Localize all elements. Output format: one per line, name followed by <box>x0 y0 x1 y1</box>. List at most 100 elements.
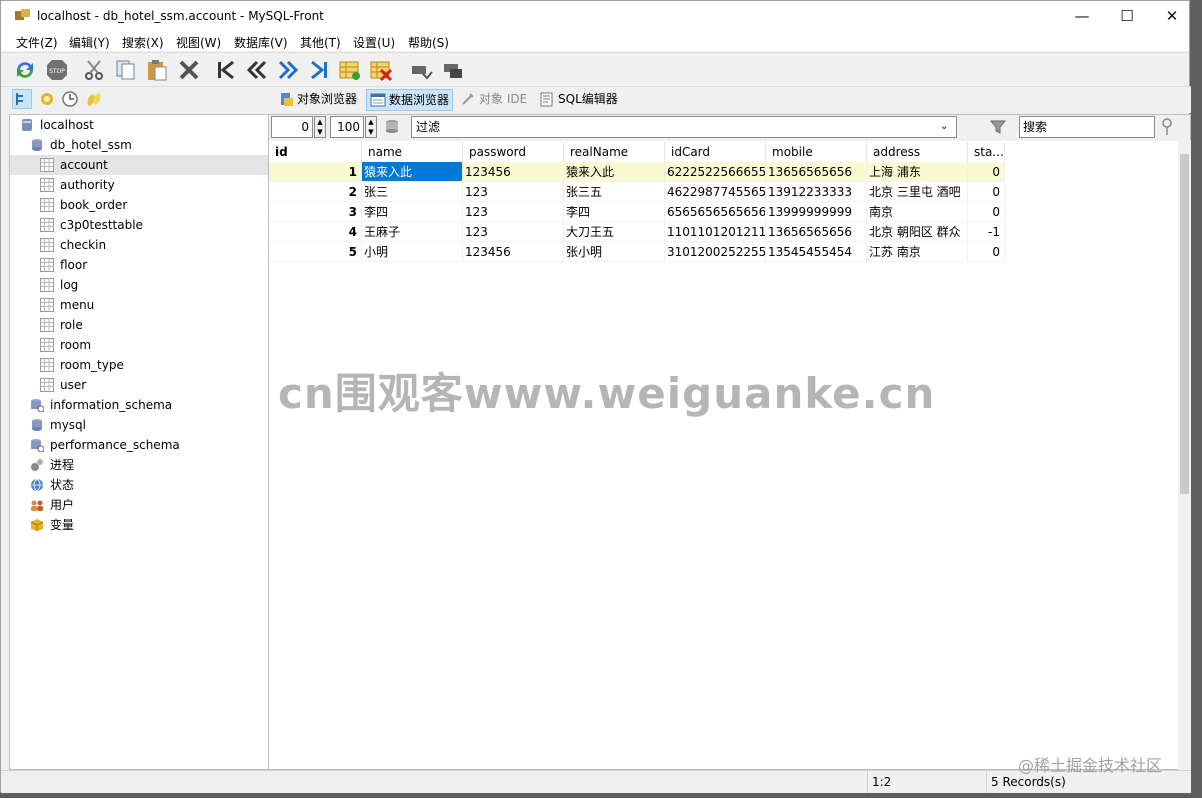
cell-name[interactable]: 小明 <box>362 242 463 262</box>
paste-icon[interactable] <box>145 58 169 82</box>
cell-idcard[interactable]: 6565656565656 <box>665 202 766 222</box>
first-icon[interactable] <box>214 58 238 82</box>
tree-tool-processes[interactable]: 进程 <box>30 455 260 475</box>
scrollbar-thumb[interactable] <box>1180 154 1189 494</box>
column-header-password[interactable]: password <box>463 142 564 162</box>
minimize-button[interactable]: — <box>1059 1 1105 31</box>
tree-server-localhost[interactable]: localhost <box>20 115 260 135</box>
search-input[interactable]: 搜索 <box>1019 116 1155 138</box>
cell-status[interactable]: 0 <box>968 242 1005 262</box>
insert-record-icon[interactable] <box>338 58 362 82</box>
cell-idcard[interactable]: 46229877455656 <box>665 182 766 202</box>
cell-password[interactable]: 123456 <box>463 162 564 182</box>
cell-realname[interactable]: 猿来入此 <box>564 162 665 182</box>
cell-name[interactable]: 张三 <box>362 182 463 202</box>
cell-password[interactable]: 123 <box>463 182 564 202</box>
tab-sql-editor[interactable]: SQL编辑器 <box>536 89 621 109</box>
tree-table-user[interactable]: user <box>10 375 268 395</box>
cell-mobile[interactable]: 13545455454 <box>766 242 867 262</box>
cancel-icon[interactable] <box>441 58 465 82</box>
cell-status[interactable]: 0 <box>968 162 1005 182</box>
tree-tool-variables[interactable]: 变量 <box>30 515 260 535</box>
last-icon[interactable] <box>307 58 331 82</box>
tree-table-book-order[interactable]: book_order <box>10 195 268 215</box>
cell-id[interactable]: 2 <box>269 182 362 202</box>
cell-address[interactable]: 上海 浦东 <box>867 162 968 182</box>
menu-settings[interactable]: 设置(U) <box>353 34 395 51</box>
tab-object-browser[interactable]: 对象浏览器 <box>275 89 360 109</box>
tree-table-floor[interactable]: floor <box>10 255 268 275</box>
history-icon[interactable] <box>61 90 79 108</box>
cell-realname[interactable]: 张三五 <box>564 182 665 202</box>
tree-table-log[interactable]: log <box>10 275 268 295</box>
menu-search[interactable]: 搜索(X) <box>122 34 164 51</box>
column-header-status[interactable]: sta... <box>968 142 1005 162</box>
menu-help[interactable]: 帮助(S) <box>408 34 449 51</box>
stop-icon[interactable]: STOP <box>45 58 69 82</box>
close-button[interactable]: ✕ <box>1149 1 1195 31</box>
cell-password[interactable]: 123456 <box>463 242 564 262</box>
tree-db-performance-schema[interactable]: performance_schema <box>30 435 260 455</box>
explorer-icon[interactable] <box>85 90 103 108</box>
offset-input[interactable]: 0 <box>271 116 313 138</box>
cell-id[interactable]: 3 <box>269 202 362 222</box>
post-icon[interactable] <box>409 58 433 82</box>
cell-status[interactable]: -1 <box>968 222 1005 242</box>
tree-db-mysql[interactable]: mysql <box>30 415 260 435</box>
maximize-button[interactable]: ☐ <box>1104 1 1150 31</box>
cell-idcard[interactable]: 62225225666552 <box>665 162 766 182</box>
column-header-id[interactable]: id <box>269 142 362 162</box>
cell-mobile[interactable]: 13656565656 <box>766 162 867 182</box>
cell-address[interactable]: 北京 朝阳区 群众 <box>867 222 968 242</box>
filter-input[interactable]: 过滤 ⌄ <box>411 116 957 138</box>
limit-input[interactable]: 100 <box>330 116 364 138</box>
cell-password[interactable]: 123 <box>463 202 564 222</box>
column-header-name[interactable]: name <box>362 142 463 162</box>
tree-view-icon[interactable] <box>12 89 32 109</box>
menu-database[interactable]: 数据库(V) <box>234 34 288 51</box>
column-header-mobile[interactable]: mobile <box>766 142 867 162</box>
cell-id[interactable]: 1 <box>269 162 362 182</box>
tree-tool-users[interactable]: 用户 <box>30 495 260 515</box>
tree-table-account[interactable]: account <box>10 155 268 175</box>
search-pin-icon[interactable] <box>1159 118 1175 136</box>
cell-name[interactable]: 李四 <box>362 202 463 222</box>
cell-realname[interactable]: 张小明 <box>564 242 665 262</box>
cell-address[interactable]: 北京 三里屯 酒吧 <box>867 182 968 202</box>
cell-idcard[interactable]: 11011012012111 <box>665 222 766 242</box>
chevron-down-icon[interactable]: ⌄ <box>940 117 954 137</box>
tree-table-authority[interactable]: authority <box>10 175 268 195</box>
vertical-scrollbar[interactable] <box>1178 140 1191 770</box>
cut-icon[interactable] <box>83 58 107 82</box>
filter-funnel-icon[interactable] <box>989 118 1007 136</box>
column-header-idcard[interactable]: idCard <box>665 142 766 162</box>
cell-idcard[interactable]: 31012002522555 <box>665 242 766 262</box>
tab-data-browser[interactable]: 数据浏览器 <box>366 89 454 111</box>
copy-icon[interactable] <box>114 58 138 82</box>
cell-status[interactable]: 0 <box>968 202 1005 222</box>
next-icon[interactable] <box>276 58 300 82</box>
cell-name[interactable]: 猿来入此 <box>362 162 463 182</box>
cell-id[interactable]: 5 <box>269 242 362 262</box>
cell-realname[interactable]: 大刀王五 <box>564 222 665 242</box>
column-header-address[interactable]: address <box>867 142 968 162</box>
tree-table-room-type[interactable]: room_type <box>10 355 268 375</box>
cell-id[interactable]: 4 <box>269 222 362 242</box>
refresh-icon[interactable] <box>13 58 37 82</box>
cell-mobile[interactable]: 13912233333 <box>766 182 867 202</box>
tree-table-menu[interactable]: menu <box>10 295 268 315</box>
offset-spinner[interactable]: ▲ ▼ <box>314 116 326 138</box>
limit-spinner[interactable]: ▲ ▼ <box>365 116 377 138</box>
delete-icon[interactable] <box>177 58 201 82</box>
cell-mobile[interactable]: 13656565656 <box>766 222 867 242</box>
cell-status[interactable]: 0 <box>968 182 1005 202</box>
tree-table-room[interactable]: room <box>10 335 268 355</box>
tree-database-db-hotel-ssm[interactable]: db_hotel_ssm <box>30 135 260 155</box>
cell-address[interactable]: 江苏 南京 <box>867 242 968 262</box>
query-db-icon[interactable] <box>383 118 401 136</box>
bookmark-icon[interactable] <box>38 90 56 108</box>
cell-mobile[interactable]: 13999999999 <box>766 202 867 222</box>
prev-icon[interactable] <box>245 58 269 82</box>
tree-table-c3p0testtable[interactable]: c3p0testtable <box>10 215 268 235</box>
cell-realname[interactable]: 李四 <box>564 202 665 222</box>
